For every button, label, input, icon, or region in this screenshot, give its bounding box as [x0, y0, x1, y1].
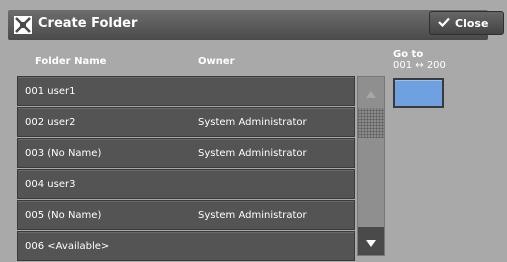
folder-row[interactable]: 005 (No Name) System Administrator [17, 200, 355, 230]
folder-name: 006 <Available> [25, 241, 110, 252]
close-label: Close [455, 16, 489, 30]
goto-range: 001 ↔ 200 [393, 60, 446, 71]
folder-name: 001 user1 [25, 86, 76, 97]
folder-row[interactable]: 003 (No Name) System Administrator [17, 138, 355, 168]
triangle-down-icon [366, 232, 376, 251]
goto-button[interactable] [393, 78, 444, 108]
folder-list: 001 user1 002 user2 System Administrator… [17, 76, 355, 262]
folder-name: 005 (No Name) [25, 210, 102, 221]
scroll-up-button[interactable] [358, 77, 384, 107]
folder-name: 004 user3 [25, 179, 76, 190]
folder-row[interactable]: 001 user1 [17, 76, 355, 106]
folder-name: 002 user2 [25, 117, 76, 128]
scroll-thumb[interactable] [358, 108, 384, 138]
page-title: Create Folder [38, 16, 138, 31]
folder-row[interactable]: 004 user3 [17, 169, 355, 199]
folder-owner: System Administrator [198, 210, 307, 221]
list-scrollbar[interactable] [357, 76, 385, 256]
create-folder-icon [14, 16, 32, 34]
folder-owner: System Administrator [198, 148, 307, 159]
title-bar: Create Folder [8, 10, 488, 40]
goto-label: Go to 001 ↔ 200 [393, 49, 446, 71]
folder-name: 003 (No Name) [25, 148, 102, 159]
triangle-up-icon [366, 83, 376, 102]
scroll-down-button[interactable] [358, 227, 384, 255]
goto-title: Go to [393, 49, 424, 60]
checkmark-icon [438, 17, 455, 30]
folder-owner: System Administrator [198, 117, 307, 128]
close-button[interactable]: Close [429, 11, 504, 35]
column-header-folder-name: Folder Name [35, 56, 107, 67]
column-header-owner: Owner [198, 56, 235, 67]
folder-row[interactable]: 002 user2 System Administrator [17, 107, 355, 137]
folder-row[interactable]: 006 <Available> [17, 231, 355, 261]
